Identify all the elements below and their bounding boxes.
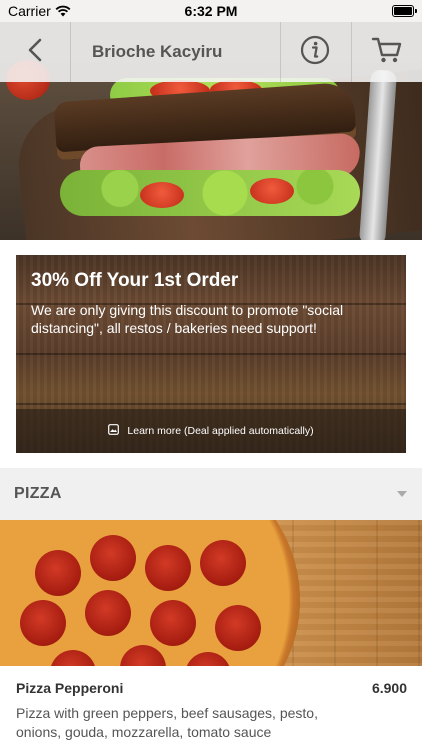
learn-more-link[interactable]: Learn more (Deal applied automatically) — [16, 409, 406, 453]
cart-button[interactable] — [351, 22, 422, 82]
pepperoni — [215, 605, 261, 651]
menu-item-image[interactable] — [0, 520, 422, 666]
chevron-left-icon — [27, 38, 43, 67]
pepperoni — [85, 590, 131, 636]
promo-description: We are only giving this discount to prom… — [31, 302, 344, 336]
pepperoni — [120, 645, 166, 666]
navigation-bar: Brioche Kacyiru — [0, 22, 422, 82]
menu-item-price: 6.900 — [371, 680, 407, 696]
lettuce-decoration — [60, 170, 360, 216]
menu-item-description: Pizza with green peppers, beef sausages,… — [16, 705, 318, 740]
info-icon — [300, 35, 330, 70]
pizza-image — [0, 520, 300, 666]
pepperoni — [35, 550, 81, 596]
category-title: PIZZA — [14, 485, 62, 502]
battery-icon — [392, 5, 417, 17]
tomato-slice — [250, 178, 294, 204]
learn-more-label: Learn more (Deal applied automatically) — [127, 425, 314, 437]
nav-divider — [70, 22, 71, 82]
pepperoni — [145, 545, 191, 591]
tomato-slice — [140, 182, 184, 208]
pepperoni — [200, 540, 246, 586]
category-header-pizza[interactable]: PIZZA — [0, 468, 422, 520]
pepperoni — [90, 535, 136, 581]
status-bar: Carrier 6:32 PM — [0, 0, 422, 22]
chevron-down-icon — [397, 491, 407, 497]
pepperoni — [185, 652, 231, 666]
restaurant-title: Brioche Kacyiru — [92, 42, 223, 61]
pepperoni — [20, 600, 66, 646]
clock: 6:32 PM — [184, 3, 238, 19]
cart-icon — [371, 36, 403, 69]
pepperoni — [150, 600, 196, 646]
pepperoni — [50, 650, 96, 666]
back-button[interactable] — [0, 22, 70, 82]
info-button[interactable] — [280, 22, 350, 82]
menu-item-name[interactable]: Pizza Pepperoni — [16, 680, 123, 696]
image-icon — [108, 424, 120, 438]
promo-title: 30% Off Your 1st Order — [31, 270, 239, 291]
promo-banner[interactable]: 30% Off Your 1st Order We are only givin… — [16, 255, 406, 453]
